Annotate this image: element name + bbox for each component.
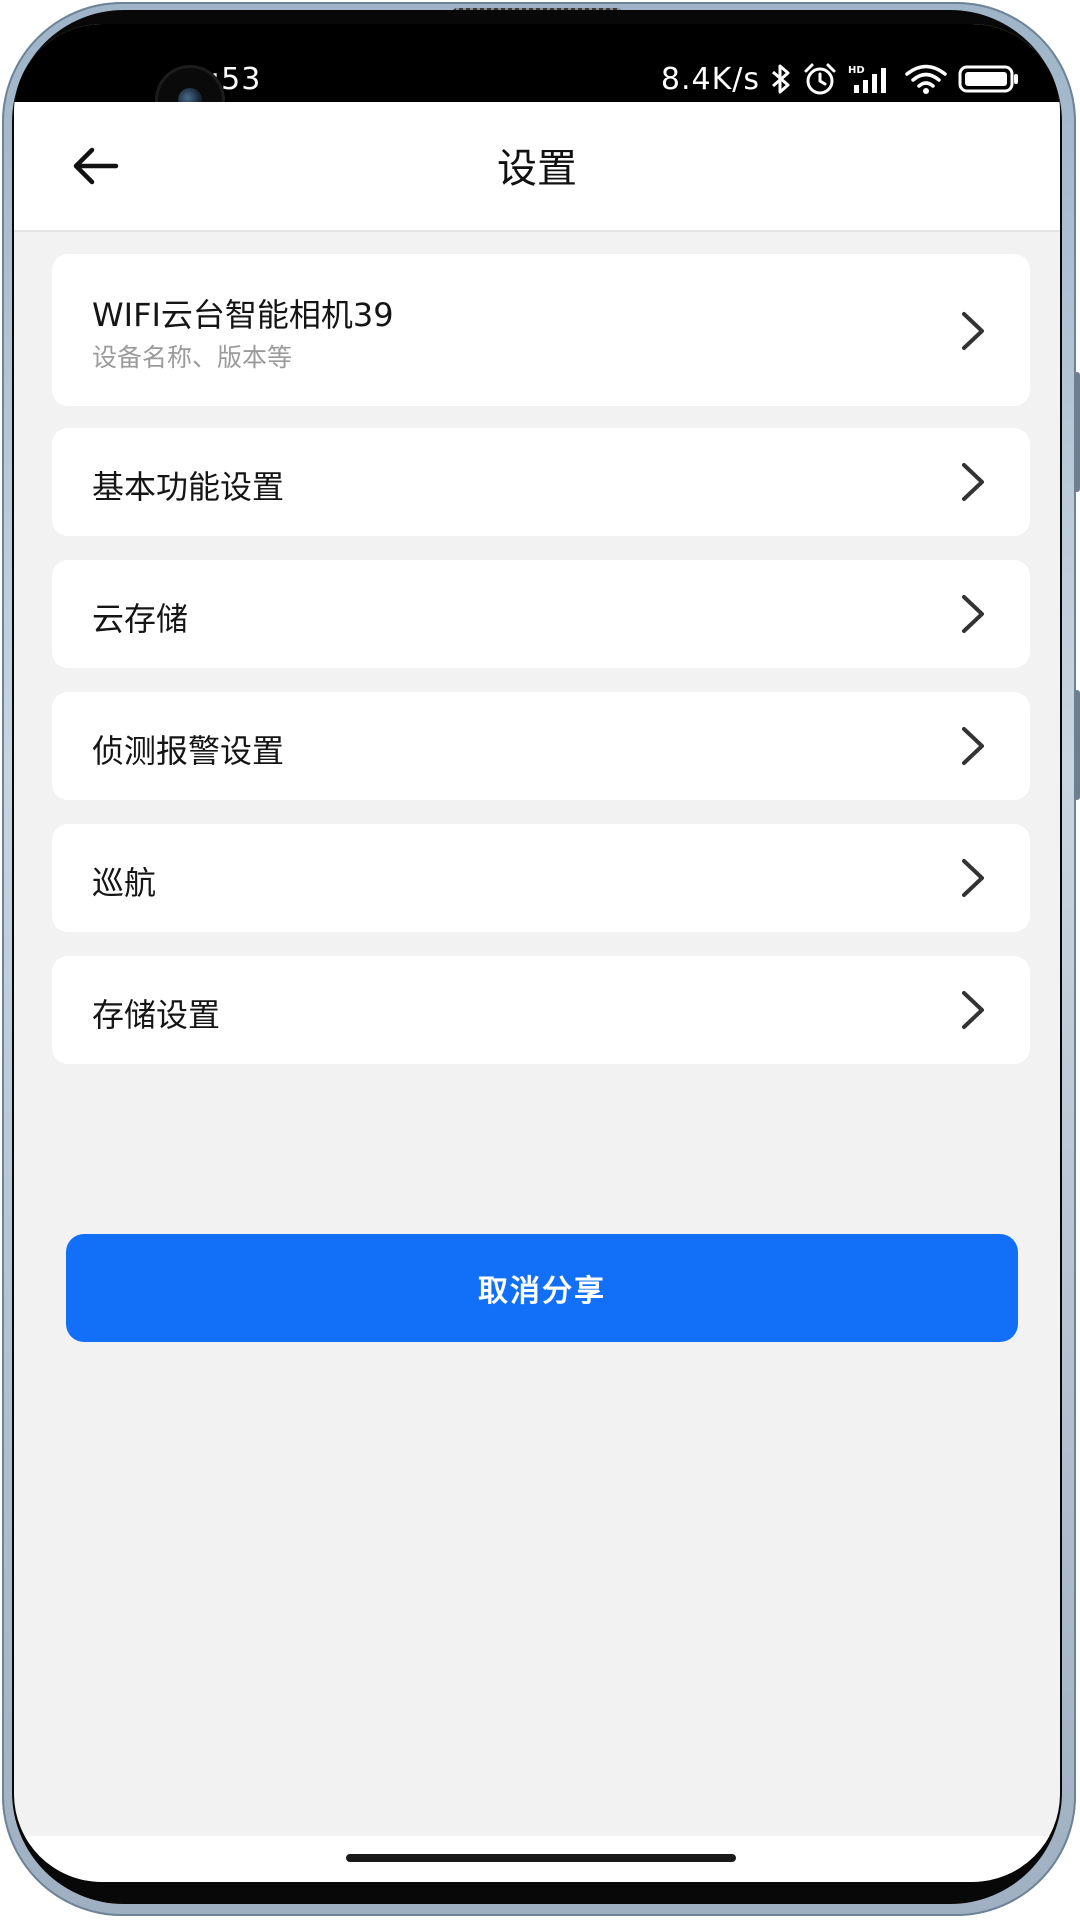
battery-icon [958,65,1018,93]
hd-signal-icon: HD [848,65,886,93]
cancel-share-button[interactable]: 取消分享 [66,1234,1018,1342]
chevron-right-icon [962,463,984,501]
settings-row-cloud-storage[interactable]: 云存储 [52,560,1030,668]
settings-row-cruise[interactable]: 巡航 [52,824,1030,932]
chevron-right-icon [962,991,984,1029]
alarm-icon [804,63,836,95]
row-label: 存储设置 [92,996,221,1034]
chevron-right-icon [962,727,984,765]
device-subtitle: 设备名称、版本等 [92,343,293,372]
chevron-right-icon [962,312,984,350]
app-header: 设置 [14,102,1060,232]
svg-text:HD: HD [848,65,865,76]
status-indicators: 8.4K/s HD [660,61,1020,97]
bluetooth-icon [772,64,790,94]
settings-row-storage[interactable]: 存储设置 [52,956,1030,1064]
screen: :53 8.4K/s HD 设置 WIFI云台智能相机39 设备名称、版本等 基… [14,24,1060,1882]
row-label: 云存储 [92,600,189,638]
settings-row-detection-alarm[interactable]: 侦测报警设置 [52,692,1030,800]
settings-row-basic-functions[interactable]: 基本功能设置 [52,428,1030,536]
page-title: 设置 [497,146,577,192]
network-speed: 8.4K/s [660,61,760,97]
volume-button [1074,372,1080,492]
device-name: WIFI云台智能相机39 [92,296,394,334]
home-indicator[interactable] [346,1854,736,1862]
row-label: 侦测报警设置 [92,732,285,770]
phone-device: :53 8.4K/s HD 设置 WIFI云台智能相机39 设备名称、版本等 基… [0,0,1080,1920]
row-label: 巡航 [92,864,157,902]
wifi-icon [905,64,947,94]
power-button [1074,690,1080,800]
chevron-right-icon [962,859,984,897]
device-info-row[interactable]: WIFI云台智能相机39 设备名称、版本等 [52,254,1030,406]
row-label: 基本功能设置 [92,468,285,506]
chevron-right-icon [962,595,984,633]
